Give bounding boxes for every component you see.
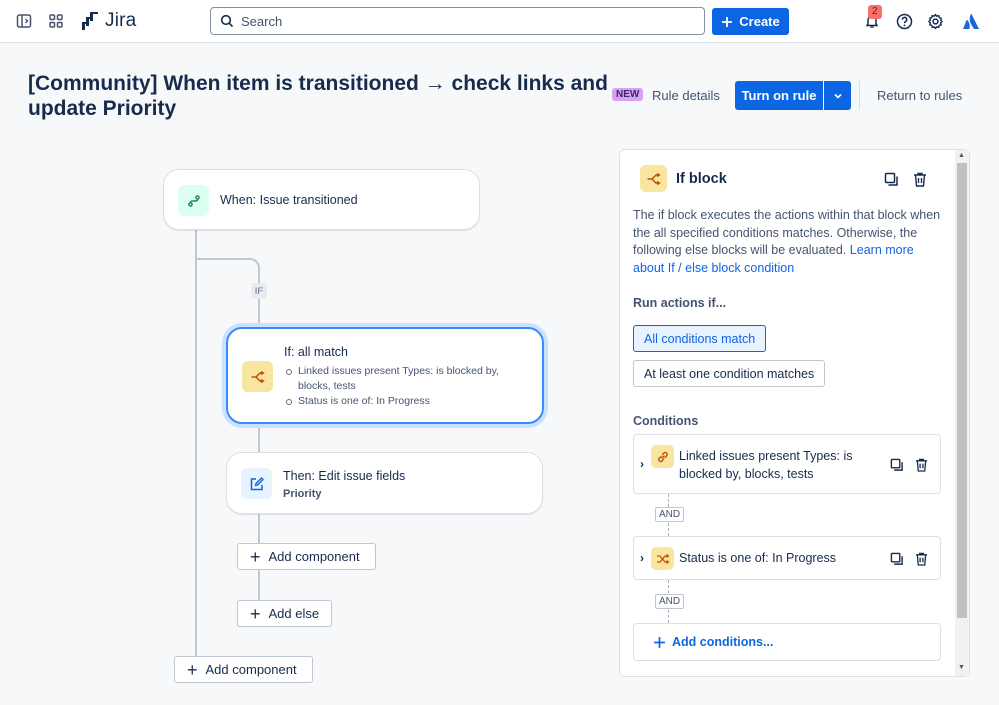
duplicate-icon[interactable] — [883, 171, 899, 187]
branch-icon — [242, 361, 273, 392]
panel-scrollbar-thumb[interactable] — [957, 163, 967, 618]
delete-trash-icon[interactable] — [913, 551, 929, 567]
turn-on-rule-button[interactable]: Turn on rule — [735, 81, 823, 110]
transition-trigger-icon — [178, 185, 209, 216]
search-bar[interactable] — [210, 7, 705, 35]
all-conditions-match-option[interactable]: All conditions match — [633, 325, 767, 352]
duplicate-icon[interactable] — [889, 457, 905, 473]
add-conditions-label: Add conditions... — [672, 635, 774, 649]
rule-details-link[interactable]: Rule details — [652, 88, 720, 103]
atlassian-logo-icon[interactable] — [961, 11, 981, 31]
condition-card-linked-issues[interactable]: › Linked issues present Types: is blocke… — [633, 434, 941, 494]
action-node-title: Then: Edit issue fields — [283, 469, 406, 483]
edit-icon — [241, 468, 272, 499]
conditions-label: Conditions — [633, 414, 699, 428]
add-else-label: Add else — [268, 606, 320, 621]
add-component-label: Add component — [268, 549, 360, 564]
panel-title: If block — [676, 171, 727, 187]
app-name: Jira — [105, 10, 137, 31]
at-least-one-condition-option[interactable]: At least one condition matches — [633, 360, 826, 387]
condition-text: Linked issues present Types: is blocked … — [679, 449, 853, 481]
page-title: [Community] When item is transitioned → … — [28, 72, 608, 120]
add-to-else-line — [258, 570, 260, 600]
main-flow-line — [195, 230, 197, 658]
settings-gear-icon[interactable] — [925, 11, 945, 31]
if-branch-connector — [195, 258, 260, 278]
help-icon[interactable] — [894, 11, 914, 31]
delete-trash-icon[interactable] — [913, 457, 929, 473]
top-navigation: Jira Create 2 — [0, 0, 999, 43]
and-label: AND — [655, 507, 684, 522]
if-block-icon — [640, 165, 667, 192]
shuffle-status-icon — [651, 547, 674, 570]
duplicate-icon[interactable] — [889, 551, 905, 567]
link-icon — [651, 445, 674, 468]
run-actions-label: Run actions if... — [633, 296, 727, 310]
if-node-condition-item: Status is one of: In Progress — [284, 394, 524, 409]
scroll-down-arrow-icon[interactable]: ▼ — [958, 664, 965, 671]
then-to-add-line — [258, 514, 260, 544]
return-to-rules-link[interactable]: Return to rules — [877, 88, 962, 103]
jira-logo[interactable]: Jira — [81, 10, 136, 32]
plus-icon: + — [250, 603, 261, 624]
add-conditions-button[interactable]: Add conditions... — [633, 623, 941, 661]
condition-card-status[interactable]: › Status is one of: In Progress — [633, 536, 941, 580]
add-else-button[interactable]: + Add else — [237, 600, 332, 627]
plus-icon: + — [250, 546, 261, 567]
create-button[interactable]: Create — [712, 8, 789, 35]
trigger-title: When: Issue transitioned — [220, 193, 358, 207]
plus-icon — [722, 16, 733, 27]
header-divider — [859, 81, 860, 110]
trigger-node[interactable]: When: Issue transitioned — [163, 169, 480, 230]
create-label: Create — [739, 14, 780, 29]
action-node[interactable]: Then: Edit issue fields Priority — [226, 452, 543, 514]
turn-on-rule-dropdown[interactable] — [824, 81, 851, 110]
if-branch-label: IF — [251, 283, 267, 299]
add-component-button-main[interactable]: + Add component — [174, 656, 313, 683]
plus-icon — [654, 636, 665, 648]
sidebar-toggle-icon[interactable] — [14, 11, 34, 31]
delete-trash-icon[interactable] — [912, 171, 928, 187]
condition-text: Status is one of: In Progress — [679, 551, 837, 565]
search-icon — [220, 14, 234, 28]
if-node-condition-item: Linked issues present Types: is blocked … — [284, 364, 524, 394]
search-input[interactable] — [241, 13, 704, 29]
add-component-button[interactable]: + Add component — [237, 543, 376, 570]
jira-logo-icon — [82, 12, 98, 30]
if-node-title: If: all match — [284, 345, 348, 359]
if-to-then-line — [258, 424, 260, 453]
scroll-up-arrow-icon[interactable]: ▲ — [958, 152, 965, 159]
chevron-right-icon[interactable]: › — [640, 551, 644, 565]
add-component-label: Add component — [205, 662, 297, 677]
notification-badge: 2 — [868, 5, 882, 19]
and-label: AND — [655, 594, 684, 609]
plus-icon: + — [187, 659, 198, 680]
app-switcher-icon[interactable] — [46, 11, 66, 31]
new-lozenge: NEW — [612, 88, 644, 101]
panel-description: The if block executes the actions within… — [633, 207, 943, 278]
if-condition-node[interactable]: If: all match Linked issues present Type… — [226, 327, 544, 424]
chevron-right-icon[interactable]: › — [640, 457, 644, 471]
chevron-down-icon — [833, 93, 842, 99]
if-node-conditions: Linked issues present Types: is blocked … — [284, 364, 524, 409]
action-node-subtitle: Priority — [283, 488, 322, 500]
